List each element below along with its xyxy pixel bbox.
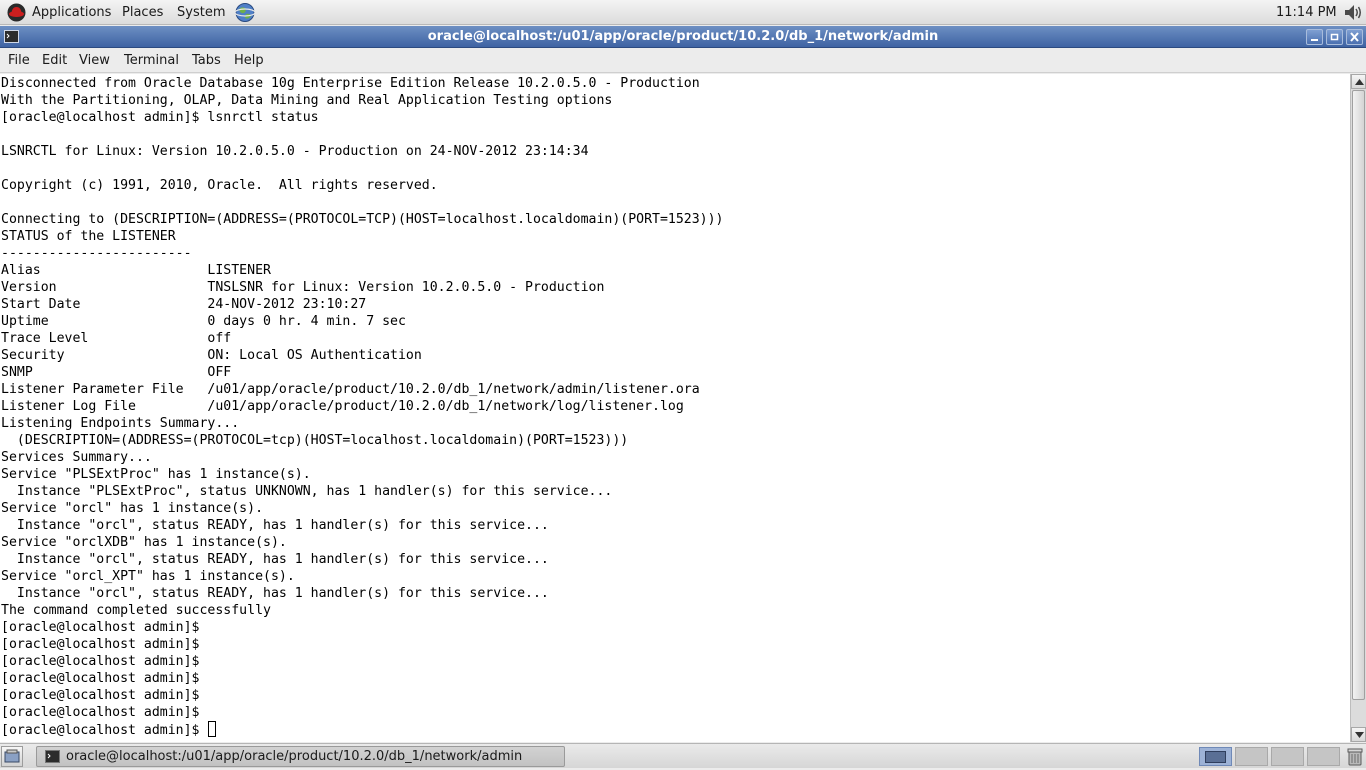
terminal-line: LSNRCTL for Linux: Version 10.2.0.5.0 - … bbox=[1, 144, 589, 159]
terminal-line: [oracle@localhost admin]$ bbox=[1, 705, 200, 720]
workspace-2[interactable] bbox=[1235, 747, 1268, 766]
clock[interactable]: 11:14 PM bbox=[1272, 3, 1341, 22]
show-desktop-icon bbox=[4, 749, 20, 763]
terminal-line: Copyright (c) 1991, 2010, Oracle. All ri… bbox=[1, 178, 438, 193]
window-titlebar[interactable]: oracle@localhost:/u01/app/oracle/product… bbox=[0, 26, 1366, 48]
menu-tabs[interactable]: Tabs bbox=[191, 53, 222, 69]
terminal-line: [oracle@localhost admin]$ bbox=[1, 721, 724, 738]
terminal-line: [oracle@localhost admin]$ bbox=[1, 654, 200, 669]
terminal-line: Service "PLSExtProc" has 1 instance(s). bbox=[1, 467, 311, 482]
terminal-line: Services Summary... bbox=[1, 450, 152, 465]
window-title: oracle@localhost:/u01/app/oracle/product… bbox=[427, 29, 939, 44]
bottom-panel: oracle@localhost:/u01/app/oracle/product… bbox=[0, 743, 1366, 768]
redhat-icon[interactable] bbox=[7, 3, 26, 22]
vertical-scrollbar[interactable] bbox=[1350, 74, 1366, 742]
terminal-line: [oracle@localhost admin]$ bbox=[1, 688, 200, 703]
terminal-text: Disconnected from Oracle Database 10g En… bbox=[1, 75, 724, 738]
web-browser-icon[interactable] bbox=[234, 2, 256, 23]
terminal-line: Security ON: Local OS Authentication bbox=[1, 348, 422, 363]
taskbar-item-terminal[interactable]: oracle@localhost:/u01/app/oracle/product… bbox=[36, 746, 565, 767]
terminal-line: Listener Log File /u01/app/oracle/produc… bbox=[1, 399, 684, 414]
terminal-line: Instance "orcl", status READY, has 1 han… bbox=[1, 518, 549, 533]
terminal-line: SNMP OFF bbox=[1, 365, 232, 380]
terminal-line: Instance "orcl", status READY, has 1 han… bbox=[1, 586, 549, 601]
terminal-menubar: File Edit View Terminal Tabs Help bbox=[0, 49, 1366, 73]
taskbar-item-label: oracle@localhost:/u01/app/oracle/product… bbox=[66, 749, 523, 764]
terminal-line: Trace Level off bbox=[1, 331, 232, 346]
volume-icon[interactable] bbox=[1342, 2, 1364, 23]
terminal-line: Start Date 24-NOV-2012 23:10:27 bbox=[1, 297, 367, 312]
top-panel: Applications Places System 11:14 PM bbox=[0, 0, 1366, 25]
terminal-line: [oracle@localhost admin]$ bbox=[1, 637, 200, 652]
terminal-line: Service "orcl" has 1 instance(s). bbox=[1, 501, 264, 516]
terminal-line: ------------------------ bbox=[1, 246, 192, 261]
close-button[interactable] bbox=[1346, 29, 1363, 45]
terminal-line: Instance "PLSExtProc", status UNKNOWN, h… bbox=[1, 484, 613, 499]
terminal-line: STATUS of the LISTENER bbox=[1, 229, 176, 244]
menu-view[interactable]: View bbox=[78, 53, 111, 69]
terminal-line: Disconnected from Oracle Database 10g En… bbox=[1, 76, 700, 91]
close-icon bbox=[1350, 32, 1359, 42]
terminal-line: Service "orcl_XPT" has 1 instance(s). bbox=[1, 569, 295, 584]
trash-icon[interactable] bbox=[1346, 747, 1364, 766]
terminal-line: (DESCRIPTION=(ADDRESS=(PROTOCOL=tcp)(HOS… bbox=[1, 433, 629, 448]
terminal-line: Listening Endpoints Summary... bbox=[1, 416, 240, 431]
menu-places[interactable]: Places bbox=[118, 3, 167, 22]
menu-terminal[interactable]: Terminal bbox=[123, 53, 180, 69]
show-desktop-button[interactable] bbox=[1, 746, 23, 767]
terminal-line: Service "orclXDB" has 1 instance(s). bbox=[1, 535, 287, 550]
workspace-4[interactable] bbox=[1307, 747, 1340, 766]
terminal-line: Uptime 0 days 0 hr. 4 min. 7 sec bbox=[1, 314, 406, 329]
maximize-icon bbox=[1330, 33, 1339, 41]
maximize-button[interactable] bbox=[1326, 29, 1343, 45]
terminal-line: Alias LISTENER bbox=[1, 263, 271, 278]
terminal-line: Instance "orcl", status READY, has 1 han… bbox=[1, 552, 549, 567]
terminal-icon bbox=[45, 750, 60, 763]
terminal-line: The command completed successfully bbox=[1, 603, 271, 618]
workspace-1[interactable] bbox=[1199, 747, 1232, 766]
terminal-line: [oracle@localhost admin]$ bbox=[1, 620, 200, 635]
terminal-line: Listener Parameter File /u01/app/oracle/… bbox=[1, 382, 700, 397]
menu-applications[interactable]: Applications bbox=[28, 3, 115, 22]
menu-file[interactable]: File bbox=[7, 53, 31, 69]
terminal-cursor bbox=[208, 721, 217, 737]
workspace-3[interactable] bbox=[1271, 747, 1304, 766]
scroll-down-button[interactable] bbox=[1351, 727, 1366, 742]
minimize-icon bbox=[1311, 39, 1318, 41]
terminal-line: Connecting to (DESCRIPTION=(ADDRESS=(PRO… bbox=[1, 212, 724, 227]
menu-help[interactable]: Help bbox=[233, 53, 265, 69]
terminal-line: With the Partitioning, OLAP, Data Mining… bbox=[1, 93, 613, 108]
menu-edit[interactable]: Edit bbox=[41, 53, 68, 69]
terminal-line: [oracle@localhost admin]$ lsnrctl status bbox=[1, 110, 319, 125]
terminal-line: Version TNSLSNR for Linux: Version 10.2.… bbox=[1, 280, 605, 295]
scroll-up-button[interactable] bbox=[1351, 74, 1366, 89]
terminal-output[interactable]: Disconnected from Oracle Database 10g En… bbox=[0, 74, 1350, 742]
terminal-line: [oracle@localhost admin]$ bbox=[1, 671, 200, 686]
minimize-button[interactable] bbox=[1306, 29, 1323, 45]
arrow-up-icon bbox=[1355, 79, 1364, 85]
scroll-thumb[interactable] bbox=[1352, 90, 1365, 700]
arrow-down-icon bbox=[1355, 732, 1364, 738]
menu-system[interactable]: System bbox=[173, 3, 229, 22]
